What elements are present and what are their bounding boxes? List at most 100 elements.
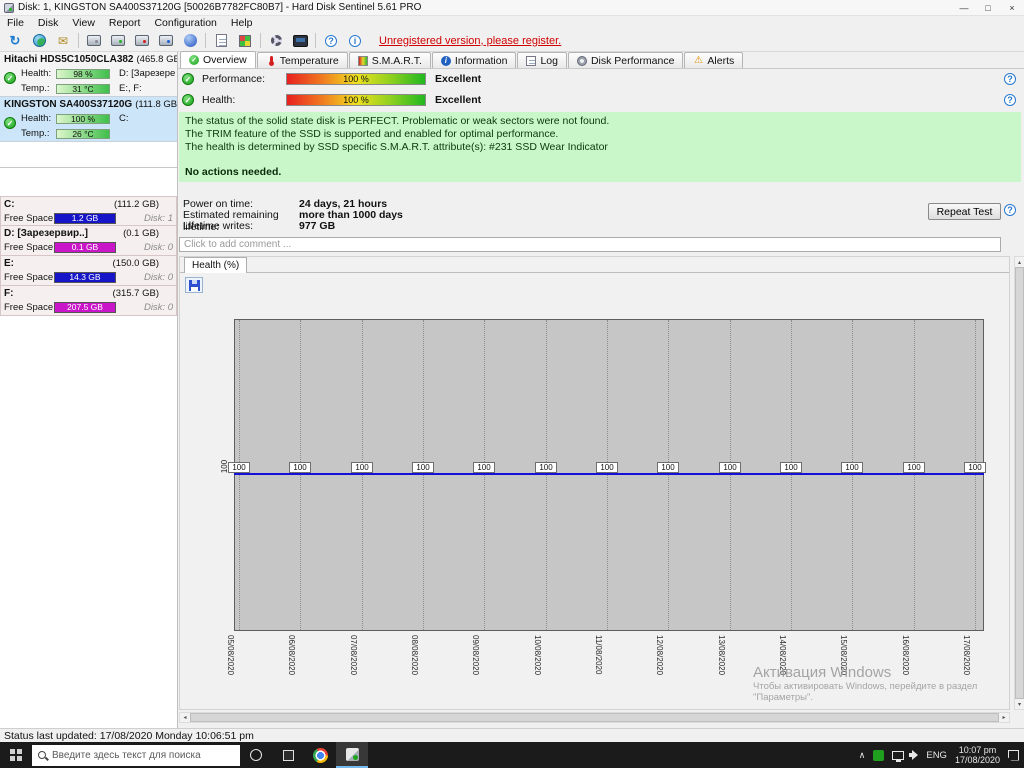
free-space-bar: 207.5 GB: [54, 302, 116, 313]
maximize-button[interactable]: □: [976, 0, 1000, 15]
partition-row-f[interactable]: F: (315.7 GB) Free Space 207.5 GB Disk: …: [0, 286, 177, 316]
hard-disk-icon: [87, 35, 101, 46]
health-ok-icon: ✓: [182, 94, 194, 106]
health-row: ✓ Health: 100 % Excellent: [182, 93, 481, 107]
chart-gridline: [362, 320, 363, 630]
watermark-line: "Параметры".: [753, 692, 977, 703]
tray-hdsentinel-icon[interactable]: [873, 750, 884, 761]
volume-icon[interactable]: [912, 750, 918, 760]
repeat-test-button[interactable]: Repeat Test: [928, 203, 1001, 220]
disk-card-hitachi[interactable]: Hitachi HDS5C1050CLA382 (465.8 GB) Disk:…: [0, 52, 177, 97]
tray-expand-icon[interactable]: ∧: [859, 750, 866, 761]
refresh-button[interactable]: ↻: [3, 31, 27, 51]
vertical-scroll-thumb[interactable]: [1015, 267, 1024, 699]
tab-disk-performance[interactable]: Disk Performance: [568, 52, 683, 68]
menu-view[interactable]: View: [65, 17, 102, 29]
cortana-button[interactable]: [240, 742, 272, 768]
tab-log[interactable]: Log: [517, 52, 567, 68]
menu-file[interactable]: File: [0, 17, 31, 29]
scroll-right-icon[interactable]: ▸: [999, 713, 1009, 722]
chart-gridline: [975, 320, 976, 630]
log-page-icon: [526, 56, 536, 66]
partition-row-c[interactable]: C: (111.2 GB) Free Space 1.2 GB Disk: 1: [0, 196, 177, 226]
report-page-icon: [216, 34, 227, 47]
network-icon[interactable]: [892, 751, 904, 760]
online-status-button[interactable]: [27, 31, 51, 51]
save-chart-button[interactable]: [185, 277, 203, 293]
disk-tools-button[interactable]: [154, 31, 178, 51]
search-icon: [38, 751, 46, 759]
hard-disk-sentinel-taskbar-button[interactable]: [336, 742, 368, 768]
taskbar-search[interactable]: [32, 745, 240, 766]
horizontal-scrollbar[interactable]: ◂ ▸: [179, 712, 1010, 723]
content-area: Hitachi HDS5C1050CLA382 (465.8 GB) Disk:…: [0, 52, 1024, 728]
comment-input[interactable]: [179, 237, 1001, 252]
system-tray: ∧ ENG 10:07 pm 17/08/2020: [859, 745, 1024, 765]
network-disks-button[interactable]: [178, 31, 202, 51]
temp-meter: 31 °C: [56, 84, 110, 94]
clock-date: 17/08/2020: [955, 755, 1000, 765]
chart-date-label: 07/08/2020: [349, 635, 358, 675]
minimize-button[interactable]: —: [952, 0, 976, 15]
health-help-icon[interactable]: ?: [1004, 94, 1016, 106]
menu-report[interactable]: Report: [102, 17, 148, 29]
disk-card-kingston[interactable]: KINGSTON SA400S37120G (111.8 GB) Disk: 1…: [0, 97, 177, 142]
partition-row-d[interactable]: D: [Зарезервир..] (0.1 GB) Free Space 0.…: [0, 226, 177, 256]
about-button[interactable]: i: [343, 31, 367, 51]
help-button[interactable]: ?: [319, 31, 343, 51]
repeat-test-help-icon[interactable]: ?: [1004, 204, 1016, 216]
partition-name: E:: [4, 258, 14, 269]
alert-icon: ⚠: [693, 56, 703, 66]
scroll-down-icon[interactable]: ▾: [1015, 699, 1024, 709]
task-view-button[interactable]: [272, 742, 304, 768]
detect-disks-button[interactable]: [82, 31, 106, 51]
action-center-icon[interactable]: [1008, 750, 1019, 761]
tab-overview[interactable]: ✓Overview: [180, 51, 256, 68]
language-indicator[interactable]: ENG: [926, 750, 947, 761]
scroll-left-icon[interactable]: ◂: [180, 713, 190, 722]
report-button[interactable]: [209, 31, 233, 51]
toolbar-separator: [260, 33, 261, 48]
info-circle-icon: i: [441, 56, 451, 66]
send-report-button[interactable]: ✉: [51, 31, 75, 51]
lifetime-writes-row: Lifetime writes:977 GB: [183, 220, 335, 232]
windows-activation-watermark: Активация Windows Чтобы активировать Win…: [753, 664, 977, 703]
title-bar: Disk: 1, KINGSTON SA400S37120G [50026B77…: [0, 0, 1024, 16]
temp-label: Temp.:: [21, 128, 56, 139]
disk-problems-button[interactable]: [130, 31, 154, 51]
status-last-updated: Status last updated: 17/08/2020 Monday 1…: [4, 730, 254, 742]
disk-status-button[interactable]: [106, 31, 130, 51]
info-icon: i: [349, 35, 361, 47]
vertical-scrollbar[interactable]: ▴ ▾: [1014, 256, 1024, 710]
settings-button[interactable]: [264, 31, 288, 51]
close-button[interactable]: ×: [1000, 0, 1024, 15]
tab-alerts[interactable]: ⚠Alerts: [684, 52, 743, 68]
horizontal-scroll-thumb[interactable]: [190, 713, 999, 722]
search-input[interactable]: [52, 750, 234, 761]
start-button[interactable]: [0, 742, 32, 768]
hardware-info-button[interactable]: [288, 31, 312, 51]
performance-row: ✓ Performance: 100 % Excellent: [182, 72, 481, 86]
menu-disk[interactable]: Disk: [31, 17, 65, 29]
tab-smart[interactable]: S.M.A.R.T.: [349, 52, 431, 68]
help-icon: ?: [325, 35, 337, 47]
temp-label: Temp.:: [21, 83, 56, 94]
partition-disk: Disk: 0: [144, 242, 173, 253]
hard-disk-tools-icon: [159, 35, 173, 46]
menu-configuration[interactable]: Configuration: [147, 17, 223, 29]
surface-test-button[interactable]: [233, 31, 257, 51]
hard-disk-sentinel-icon: [346, 748, 359, 761]
performance-help-icon[interactable]: ?: [1004, 73, 1016, 85]
register-link[interactable]: Unregistered version, please register.: [379, 35, 561, 47]
temp-meter: 26 °C: [56, 129, 110, 139]
health-chart-tab[interactable]: Health (%): [184, 257, 247, 273]
scroll-up-icon[interactable]: ▴: [1015, 257, 1024, 267]
partition-size: (315.7 GB): [113, 288, 159, 299]
menu-help[interactable]: Help: [224, 17, 260, 29]
tab-temperature[interactable]: Temperature: [257, 52, 348, 68]
chrome-button[interactable]: [304, 742, 336, 768]
disk-status-text: The status of the solid state disk is PE…: [179, 112, 1021, 182]
partition-row-e[interactable]: E: (150.0 GB) Free Space 14.3 GB Disk: 0: [0, 256, 177, 286]
taskbar-clock[interactable]: 10:07 pm 17/08/2020: [955, 745, 1000, 765]
tab-information[interactable]: iInformation: [432, 52, 517, 68]
